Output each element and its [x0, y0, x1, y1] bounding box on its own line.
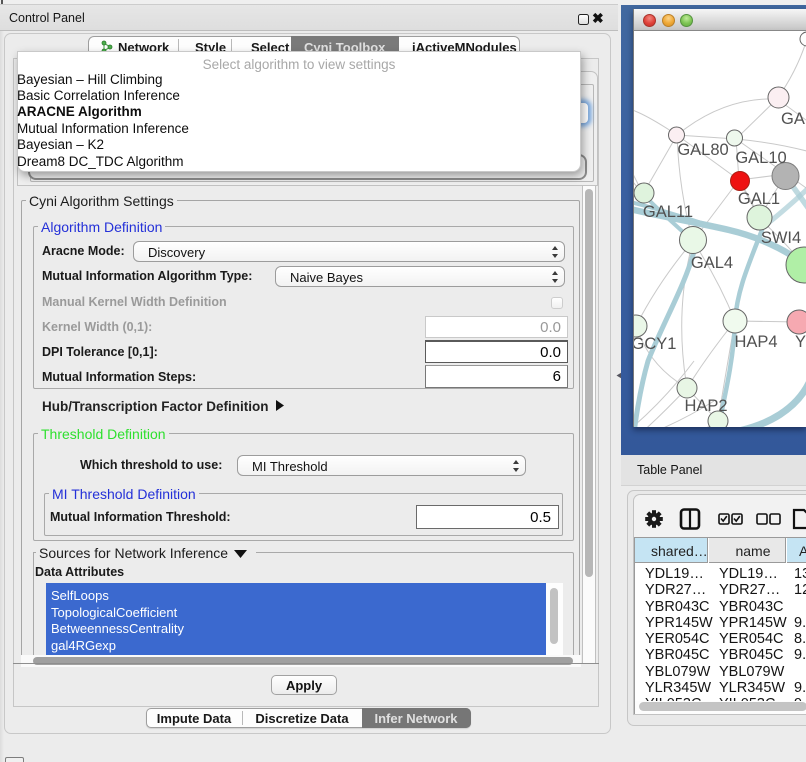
svg-text:SWI4: SWI4: [761, 229, 801, 247]
svg-text:Y: Y: [795, 333, 806, 351]
svg-text:GAL10: GAL10: [735, 149, 786, 167]
svg-text:GAL1: GAL1: [738, 190, 780, 208]
svg-text:GAL7: GAL7: [781, 110, 806, 128]
svg-text:GAL4: GAL4: [691, 254, 733, 272]
svg-text:HAP2: HAP2: [684, 397, 727, 415]
svg-text:GAL80: GAL80: [677, 141, 728, 159]
svg-text:HAP4: HAP4: [734, 333, 777, 351]
svg-text:GCY1: GCY1: [634, 335, 676, 353]
svg-text:GAL11: GAL11: [643, 203, 693, 221]
